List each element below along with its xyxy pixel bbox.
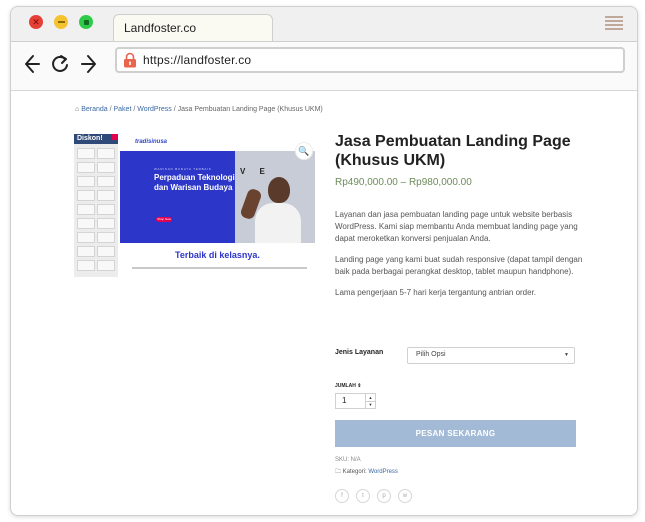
widget-tile [77,162,95,173]
widget-tile [77,246,95,257]
product-price: Rp490,000.00 – Rp980,000.00 [335,177,472,188]
product-description: Layanan dan jasa pembuatan landing page … [335,209,595,308]
hero-kicker: WARISAN BUDAYA TERBAIK [154,167,212,171]
product-image[interactable]: Diskon! tradisinusa V E WARISAN BUDAYA T… [74,134,315,277]
description-paragraph: Layanan dan jasa pembuatan landing page … [335,210,578,243]
widget-tile [97,232,115,243]
quantity-label: JUMLAH ⇕ [335,383,362,389]
hero-letters: V E [240,167,271,176]
widget-tile [77,204,95,215]
widget-tile [97,190,115,201]
hero-shop-button: Shop Now [156,217,172,222]
tab-title: Landfoster.co [124,21,197,35]
widget-tile [77,232,95,243]
description-paragraph: Landing page yang kami buat sudah respon… [335,255,583,276]
chevron-down-icon: ▼ [564,352,569,358]
quantity-decrease-button[interactable]: ▼ [365,401,375,408]
widget-tile [77,190,95,201]
breadcrumb-current: Jasa Pembuatan Landing Page (Khusus UKM) [177,106,323,113]
banner-subtitle: Terbaik di kelasnya. [175,250,260,260]
title-bar: ✕ Landfoster.co [11,7,637,42]
zoom-magnifier-icon[interactable]: 🔍 [296,143,312,159]
order-now-button[interactable]: PESAN SEKARANG [335,420,576,447]
hero-section: V E WARISAN BUDAYA TERBAIK Perpaduan Tek… [120,151,315,243]
widget-tile [77,260,95,271]
widget-tile [97,218,115,229]
widget-tile [77,176,95,187]
back-arrow-icon[interactable] [23,52,43,76]
forward-arrow-icon[interactable] [78,52,98,76]
pinterest-icon[interactable]: p [377,489,391,503]
breadcrumb: ⌂ Beranda / Paket / WordPress / Jasa Pem… [75,106,323,113]
breadcrumb-home[interactable]: Beranda [81,106,107,113]
service-type-label: Jenis Layanan [335,349,384,356]
widget-tile [97,260,115,271]
folder-icon: 🗀 [335,469,343,475]
breadcrumb-wordpress[interactable]: WordPress [137,106,172,113]
breadcrumb-paket[interactable]: Paket [114,106,132,113]
widget-tile [97,162,115,173]
banner-preview: tradisinusa V E WARISAN BUDAYA TERBAIK P… [120,134,315,277]
description-paragraph: Lama pengerjaan 5-7 hari kerja tergantun… [335,288,537,297]
minimize-window-button[interactable] [54,15,68,29]
twitter-icon[interactable]: t [356,489,370,503]
sku-text: SKU: N/A [335,457,361,463]
brand-logo: tradisinusa [135,139,168,145]
browser-window: ✕ Landfoster.co https://landfoster.co ⌂ … [10,6,638,516]
widget-tile [97,246,115,257]
whatsapp-icon[interactable]: w [398,489,412,503]
banner-header: tradisinusa [120,134,315,151]
widget-tile [97,204,115,215]
page-content: ⌂ Beranda / Paket / WordPress / Jasa Pem… [11,91,637,515]
widget-tile [77,148,95,159]
category-line: 🗀 Kategori: WordPress [335,467,398,477]
address-bar[interactable]: https://landfoster.co [115,47,625,73]
facebook-icon[interactable]: f [335,489,349,503]
maximize-window-button[interactable] [79,15,93,29]
category-label: Kategori: [342,469,367,475]
widget-tile [77,218,95,229]
browser-tab[interactable]: Landfoster.co [113,14,273,42]
sort-icon: ⇕ [357,383,362,389]
sale-badge-marker [112,134,118,140]
hero-photo-head [268,177,290,203]
banner-footer-text [132,267,307,269]
product-title: Jasa Pembuatan Landing Page (Khusus UKM) [335,133,571,169]
quantity-value: 1 [342,396,347,405]
hero-title: Perpaduan Teknologi dan Warisan Budaya [154,173,235,192]
hero-photo-body [255,203,301,243]
url-text: https://landfoster.co [143,53,252,67]
editor-widget-panel: Diskon! [74,134,118,277]
widget-tile [97,176,115,187]
quantity-stepper[interactable]: 1 ▲ ▼ [335,393,376,409]
close-window-button[interactable]: ✕ [29,15,43,29]
lock-icon [124,52,136,68]
hamburger-menu-icon[interactable] [605,16,623,30]
reload-icon[interactable] [50,52,70,76]
category-link[interactable]: WordPress [368,469,398,475]
widget-tile [97,148,115,159]
service-type-placeholder: Pilih Opsi [416,351,446,358]
service-type-select[interactable]: Pilih Opsi ▼ [407,347,575,364]
